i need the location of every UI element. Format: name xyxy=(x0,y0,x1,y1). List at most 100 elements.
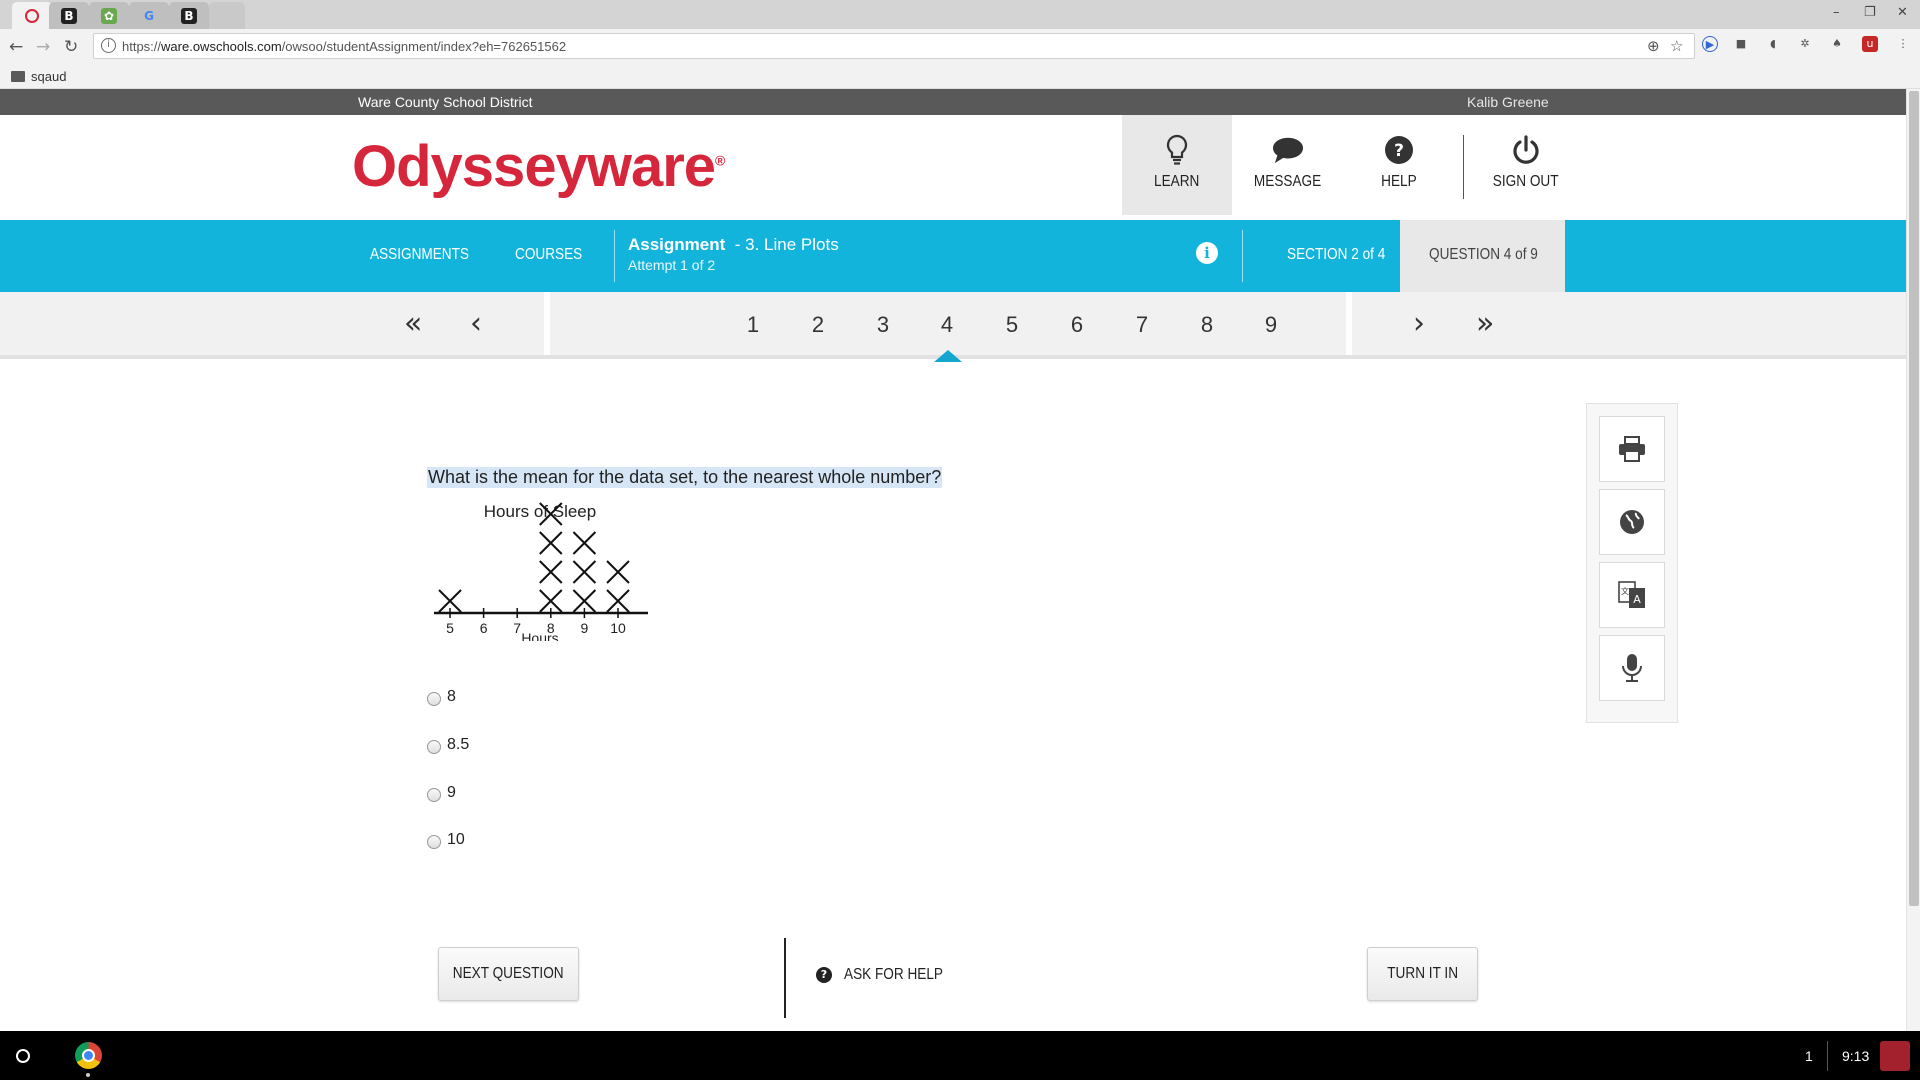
bar-divider xyxy=(1242,230,1243,282)
google-favicon-icon: G xyxy=(144,8,154,23)
url-text: https://ware.owschools.com/owsoo/student… xyxy=(122,39,567,54)
taskbar-divider xyxy=(1827,1041,1828,1071)
back-icon[interactable]: ← xyxy=(9,37,23,57)
answer-option-3[interactable]: 9 xyxy=(427,784,456,802)
assignment-title: Assignment - 3. Line Plots xyxy=(628,235,839,254)
page-scrollbar[interactable] xyxy=(1906,89,1920,1031)
tick-label: 7 xyxy=(513,620,521,636)
nav-help[interactable]: ? HELP xyxy=(1344,115,1454,215)
answer-option-1[interactable]: 8 xyxy=(427,688,456,706)
nav-sign-out[interactable]: SIGN OUT xyxy=(1470,115,1582,215)
ask-for-help-link[interactable]: ? ASK FOR HELP xyxy=(816,966,960,984)
question-number-2[interactable]: 2 xyxy=(803,312,833,338)
chart-title: Hours of Sleep xyxy=(484,502,596,521)
last-question-icon[interactable]: » xyxy=(1476,306,1494,341)
answer-option-2[interactable]: 8.5 xyxy=(427,736,469,754)
microphone-icon xyxy=(1622,654,1642,682)
browser-toolbar: ← → ↻ i https://ware.owschools.com/owsoo… xyxy=(0,29,1920,64)
browser-tab-5[interactable]: B xyxy=(169,2,209,29)
x-axis-label: Hours xyxy=(521,630,558,641)
question-number-4[interactable]: 4 xyxy=(932,312,962,338)
settings-extension-icon[interactable]: ✲ xyxy=(1797,36,1813,52)
translate-button[interactable]: A文 xyxy=(1599,562,1665,628)
nav-divider xyxy=(544,292,550,355)
courses-link[interactable]: COURSES xyxy=(515,246,582,264)
radio-button[interactable] xyxy=(427,788,441,802)
chrome-icon[interactable] xyxy=(75,1042,102,1069)
assignments-link[interactable]: ASSIGNMENTS xyxy=(370,246,469,264)
data-point-x xyxy=(539,531,563,555)
browser-tab-3[interactable]: ✿ xyxy=(89,2,129,29)
radio-button[interactable] xyxy=(427,835,441,849)
question-number-3[interactable]: 3 xyxy=(868,312,898,338)
tick-label: 9 xyxy=(581,620,589,636)
nav-divider xyxy=(1346,292,1352,355)
question-number-5[interactable]: 5 xyxy=(997,312,1027,338)
translate-icon: A文 xyxy=(1618,581,1645,608)
nav-learn[interactable]: LEARN xyxy=(1122,115,1232,215)
nav-message[interactable]: MESSAGE xyxy=(1232,115,1344,215)
zoom-icon[interactable]: ⊕ xyxy=(1647,37,1660,55)
new-tab-button[interactable] xyxy=(209,2,245,29)
extension-icon[interactable]: ■ xyxy=(1733,36,1749,52)
question-text: What is the mean for the data set, to th… xyxy=(427,467,943,488)
avatar[interactable] xyxy=(1880,1041,1910,1071)
odysseyware-logo[interactable]: Odysseyware® xyxy=(352,133,725,200)
forward-icon[interactable]: → xyxy=(36,37,50,57)
next-question-button[interactable]: NEXT QUESTION xyxy=(438,947,579,1001)
bookmark-sqaud[interactable]: sqaud xyxy=(31,69,66,84)
clock[interactable]: 9:13 xyxy=(1842,1048,1869,1064)
reload-icon[interactable]: ↻ xyxy=(64,37,78,57)
minimize-icon[interactable]: – xyxy=(1833,5,1840,20)
address-bar[interactable]: i https://ware.owschools.com/owsoo/stude… xyxy=(93,33,1695,59)
question-circle-icon: ? xyxy=(1383,133,1415,167)
question-number-9[interactable]: 9 xyxy=(1256,312,1286,338)
site-info-icon[interactable]: i xyxy=(101,38,116,53)
district-bar: Ware County School District Kalib Greene xyxy=(0,89,1906,115)
question-circle-icon: ? xyxy=(816,967,832,983)
launcher-icon[interactable] xyxy=(16,1049,30,1063)
next-question-icon[interactable]: › xyxy=(1413,306,1425,341)
turn-it-in-button[interactable]: TURN IT IN xyxy=(1367,947,1478,1001)
header-separator xyxy=(1463,135,1464,199)
info-icon[interactable]: i xyxy=(1196,242,1218,264)
extension-icon[interactable]: ♠ xyxy=(1829,36,1845,52)
question-number-1[interactable]: 1 xyxy=(738,312,768,338)
question-number-6[interactable]: 6 xyxy=(1062,312,1092,338)
notification-count[interactable]: 1 xyxy=(1805,1048,1813,1064)
print-icon xyxy=(1619,436,1645,462)
ublock-icon[interactable]: u xyxy=(1862,36,1878,52)
previous-question-icon[interactable]: ‹ xyxy=(470,306,482,341)
browser-tab-2[interactable]: B xyxy=(49,2,89,29)
browser-tab-4[interactable]: G xyxy=(129,2,169,29)
question-number-8[interactable]: 8 xyxy=(1192,312,1222,338)
question-number-7[interactable]: 7 xyxy=(1127,312,1157,338)
user-name[interactable]: Kalib Greene xyxy=(1467,94,1549,110)
data-point-x xyxy=(539,560,563,584)
question-indicator: QUESTION 4 of 9 xyxy=(1400,220,1565,292)
close-icon[interactable]: ✕ xyxy=(1897,5,1908,20)
play-extension-icon[interactable]: ▶ xyxy=(1702,36,1718,52)
first-question-icon[interactable]: « xyxy=(404,306,422,341)
scrollbar-thumb[interactable] xyxy=(1909,91,1919,906)
restore-icon[interactable]: ❐ xyxy=(1864,5,1876,20)
data-point-x xyxy=(572,531,597,555)
power-icon xyxy=(1510,133,1542,167)
radio-button[interactable] xyxy=(427,740,441,754)
answer-option-4[interactable]: 10 xyxy=(427,831,465,849)
browser-tab-odysseyware[interactable] xyxy=(12,2,52,29)
globe-button[interactable] xyxy=(1599,489,1665,555)
line-plot-chart: Hours of Sleep 5 6 7 8 9 10 Hours xyxy=(434,502,648,641)
question-content: What is the mean for the data set, to th… xyxy=(0,363,1906,1031)
radio-button[interactable] xyxy=(427,692,441,706)
running-indicator xyxy=(86,1073,90,1077)
site-header: Odysseyware® LEARN MESSAGE ? HELP SIGN O… xyxy=(0,115,1906,215)
audio-extension-icon[interactable]: ◖ xyxy=(1765,36,1781,52)
browser-tab-strip: B ✿ G B – ❐ ✕ xyxy=(0,0,1920,29)
menu-icon[interactable]: ⋮ xyxy=(1895,36,1911,52)
district-name: Ware County School District xyxy=(358,94,533,110)
svg-text:A: A xyxy=(1633,593,1641,606)
print-button[interactable] xyxy=(1599,416,1665,482)
microphone-button[interactable] xyxy=(1599,635,1665,701)
bookmark-star-icon[interactable]: ☆ xyxy=(1670,37,1683,55)
